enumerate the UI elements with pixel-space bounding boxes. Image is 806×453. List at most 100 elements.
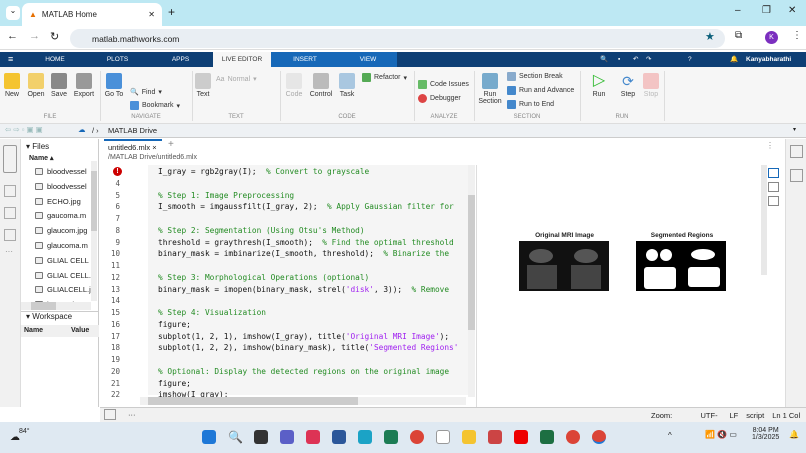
code-issues-button[interactable]: Code Issues <box>418 80 469 89</box>
section-break-button[interactable]: Section Break <box>507 72 563 81</box>
quick-save-icon[interactable]: ▪ <box>618 52 620 67</box>
new-editor-tab-button[interactable]: + <box>168 139 174 150</box>
output-right-icon[interactable] <box>790 169 803 182</box>
files-header[interactable]: ▾ Files <box>26 142 49 151</box>
error-icon[interactable]: ! <box>113 167 122 176</box>
code-line[interactable]: threshold = graythresh(I_smooth); % Find… <box>158 238 468 247</box>
search-taskbar-icon[interactable]: 🔍 <box>228 430 243 444</box>
tab-apps[interactable]: APPS <box>163 52 198 67</box>
stop-button[interactable]: Stop <box>642 73 660 98</box>
run-to-end-button[interactable]: Run to End <box>507 100 554 109</box>
wikipedia-icon[interactable] <box>436 430 450 444</box>
wifi-volume-battery-icons[interactable]: 📶 🔇 ▭ <box>705 430 737 439</box>
output-scrollbar[interactable] <box>761 165 767 275</box>
control-button[interactable]: Control <box>308 73 334 98</box>
export-button[interactable]: Export <box>72 73 96 98</box>
editor-options-icon[interactable]: ⋮ <box>766 141 774 150</box>
code-vscrollbar[interactable] <box>468 165 475 397</box>
file-explorer-icon[interactable] <box>462 430 476 444</box>
file-item[interactable]: bloodvessel <box>35 167 91 176</box>
edge-icon[interactable] <box>358 430 372 444</box>
code-line[interactable]: I_gray = rgb2gray(I); % Convert to grays… <box>158 167 468 176</box>
help-icon[interactable]: ? <box>688 52 692 67</box>
editor-tab[interactable]: untitled6.mlx × <box>104 139 162 152</box>
url-input[interactable]: matlab.mathworks.com <box>70 29 725 48</box>
run-section-button[interactable]: Run Section <box>477 73 503 105</box>
current-path[interactable]: MATLAB Drive <box>108 126 157 135</box>
chrome-active-icon[interactable] <box>592 430 606 444</box>
teams-icon[interactable] <box>280 430 294 444</box>
acrobat-icon[interactable] <box>488 430 502 444</box>
code-line[interactable]: % Step 3: Morphological Operations (opti… <box>158 273 468 282</box>
profile-avatar[interactable]: K <box>765 31 778 44</box>
code-hscrollbar[interactable] <box>140 397 466 405</box>
redo-icon[interactable]: ↷ <box>646 52 651 67</box>
start-icon[interactable] <box>202 430 216 444</box>
code-button[interactable]: Code <box>284 73 304 98</box>
code-line[interactable]: binary_mask = imbinarize(I_smooth, thres… <box>158 249 468 258</box>
task-view-icon[interactable] <box>254 430 268 444</box>
tab-insert[interactable]: INSERT <box>271 52 339 67</box>
code-line[interactable]: % Step 1: Image Preprocessing <box>158 191 468 200</box>
code-line[interactable]: % Optional: Display the detected regions… <box>158 367 468 376</box>
debugger-button[interactable]: Debugger <box>418 94 461 103</box>
restore-button[interactable]: ❐ <box>762 5 771 16</box>
tab-live-editor[interactable]: LIVE EDITOR <box>213 52 271 67</box>
files-name-column[interactable]: Name ▴ <box>29 154 54 162</box>
app-icon[interactable] <box>384 430 398 444</box>
path-nav-icons[interactable]: ⇦ ⇨ ▫ ▣ ▣ <box>5 125 43 134</box>
clock-icon[interactable] <box>4 207 16 219</box>
status-more[interactable]: ··· <box>128 410 136 419</box>
files-panel-icon[interactable] <box>3 145 17 173</box>
panel-toggle-icon[interactable] <box>104 409 116 420</box>
files-hscrollbar[interactable] <box>21 302 91 310</box>
extensions-icon[interactable]: ⧉ <box>735 30 742 41</box>
history-icon[interactable] <box>4 185 16 197</box>
goto-button[interactable]: Go To <box>103 73 125 98</box>
bookmark-star-icon[interactable]: ★ <box>705 30 715 43</box>
code-line[interactable]: figure; <box>158 320 468 329</box>
task-button[interactable]: Task <box>337 73 357 98</box>
code-line[interactable]: figure; <box>158 379 468 388</box>
save-button[interactable]: Save <box>50 73 68 98</box>
word-icon[interactable] <box>332 430 346 444</box>
more-icon[interactable]: ··· <box>5 247 13 256</box>
tray-chevron-icon[interactable]: ^ <box>668 431 672 440</box>
weather-temp[interactable]: 84° <box>19 428 30 435</box>
forward-button[interactable]: → <box>29 30 40 42</box>
new-tab-button[interactable]: + <box>168 5 175 19</box>
refactor-button[interactable]: Refactor ▾ <box>362 73 407 82</box>
bookmark-button[interactable]: Bookmark ▾ <box>130 101 180 110</box>
workspace-name-column[interactable]: Name <box>24 327 43 334</box>
output-inline-icon[interactable] <box>790 145 803 158</box>
output-view-buttons[interactable] <box>768 168 782 218</box>
addons-icon[interactable] <box>4 229 16 241</box>
clock[interactable]: 8:04 PM 1/3/2025 <box>752 427 779 441</box>
text-button[interactable]: Text <box>195 73 211 98</box>
code-line[interactable]: subplot(1, 2, 2), imshow(binary_mask), t… <box>158 343 468 352</box>
workspace-value-column[interactable]: Value <box>71 327 89 334</box>
menu-icon[interactable]: ⋮ <box>792 30 802 41</box>
run-button[interactable]: ▷ Run <box>588 73 610 99</box>
youtube-icon[interactable] <box>514 430 528 444</box>
workspace-header[interactable]: ▾ Workspace <box>21 311 99 323</box>
minimize-button[interactable]: – <box>735 5 741 16</box>
file-item[interactable]: GLIAL CELL. <box>35 271 91 280</box>
file-item[interactable]: gaucoma.m <box>35 211 91 220</box>
notification-bell-icon[interactable]: 🔔 <box>730 52 738 67</box>
files-scrollbar[interactable] <box>91 161 97 301</box>
code-line[interactable]: I_smooth = imgaussfilt(I_gray, 2); % App… <box>158 202 468 211</box>
excel-icon[interactable] <box>540 430 554 444</box>
tab-search-button[interactable]: ⌄ <box>6 6 20 20</box>
back-button[interactable]: ← <box>7 30 18 42</box>
new-button[interactable]: New <box>3 73 21 98</box>
hamburger-menu-icon[interactable]: ≡ <box>8 52 13 67</box>
file-item[interactable]: GLIALCELL.j <box>35 285 91 294</box>
close-tab-icon[interactable]: ✕ <box>148 10 155 19</box>
notification-icon[interactable]: 🔔 <box>789 430 799 439</box>
file-item[interactable]: glaucom.jpg <box>35 226 91 235</box>
file-item[interactable]: GLIAL CELL <box>35 256 91 265</box>
user-menu[interactable]: Kanyabharathi <box>746 52 791 67</box>
step-button[interactable]: ⟳ Step <box>617 73 639 98</box>
file-item[interactable]: ECHO.jpg <box>35 197 91 206</box>
